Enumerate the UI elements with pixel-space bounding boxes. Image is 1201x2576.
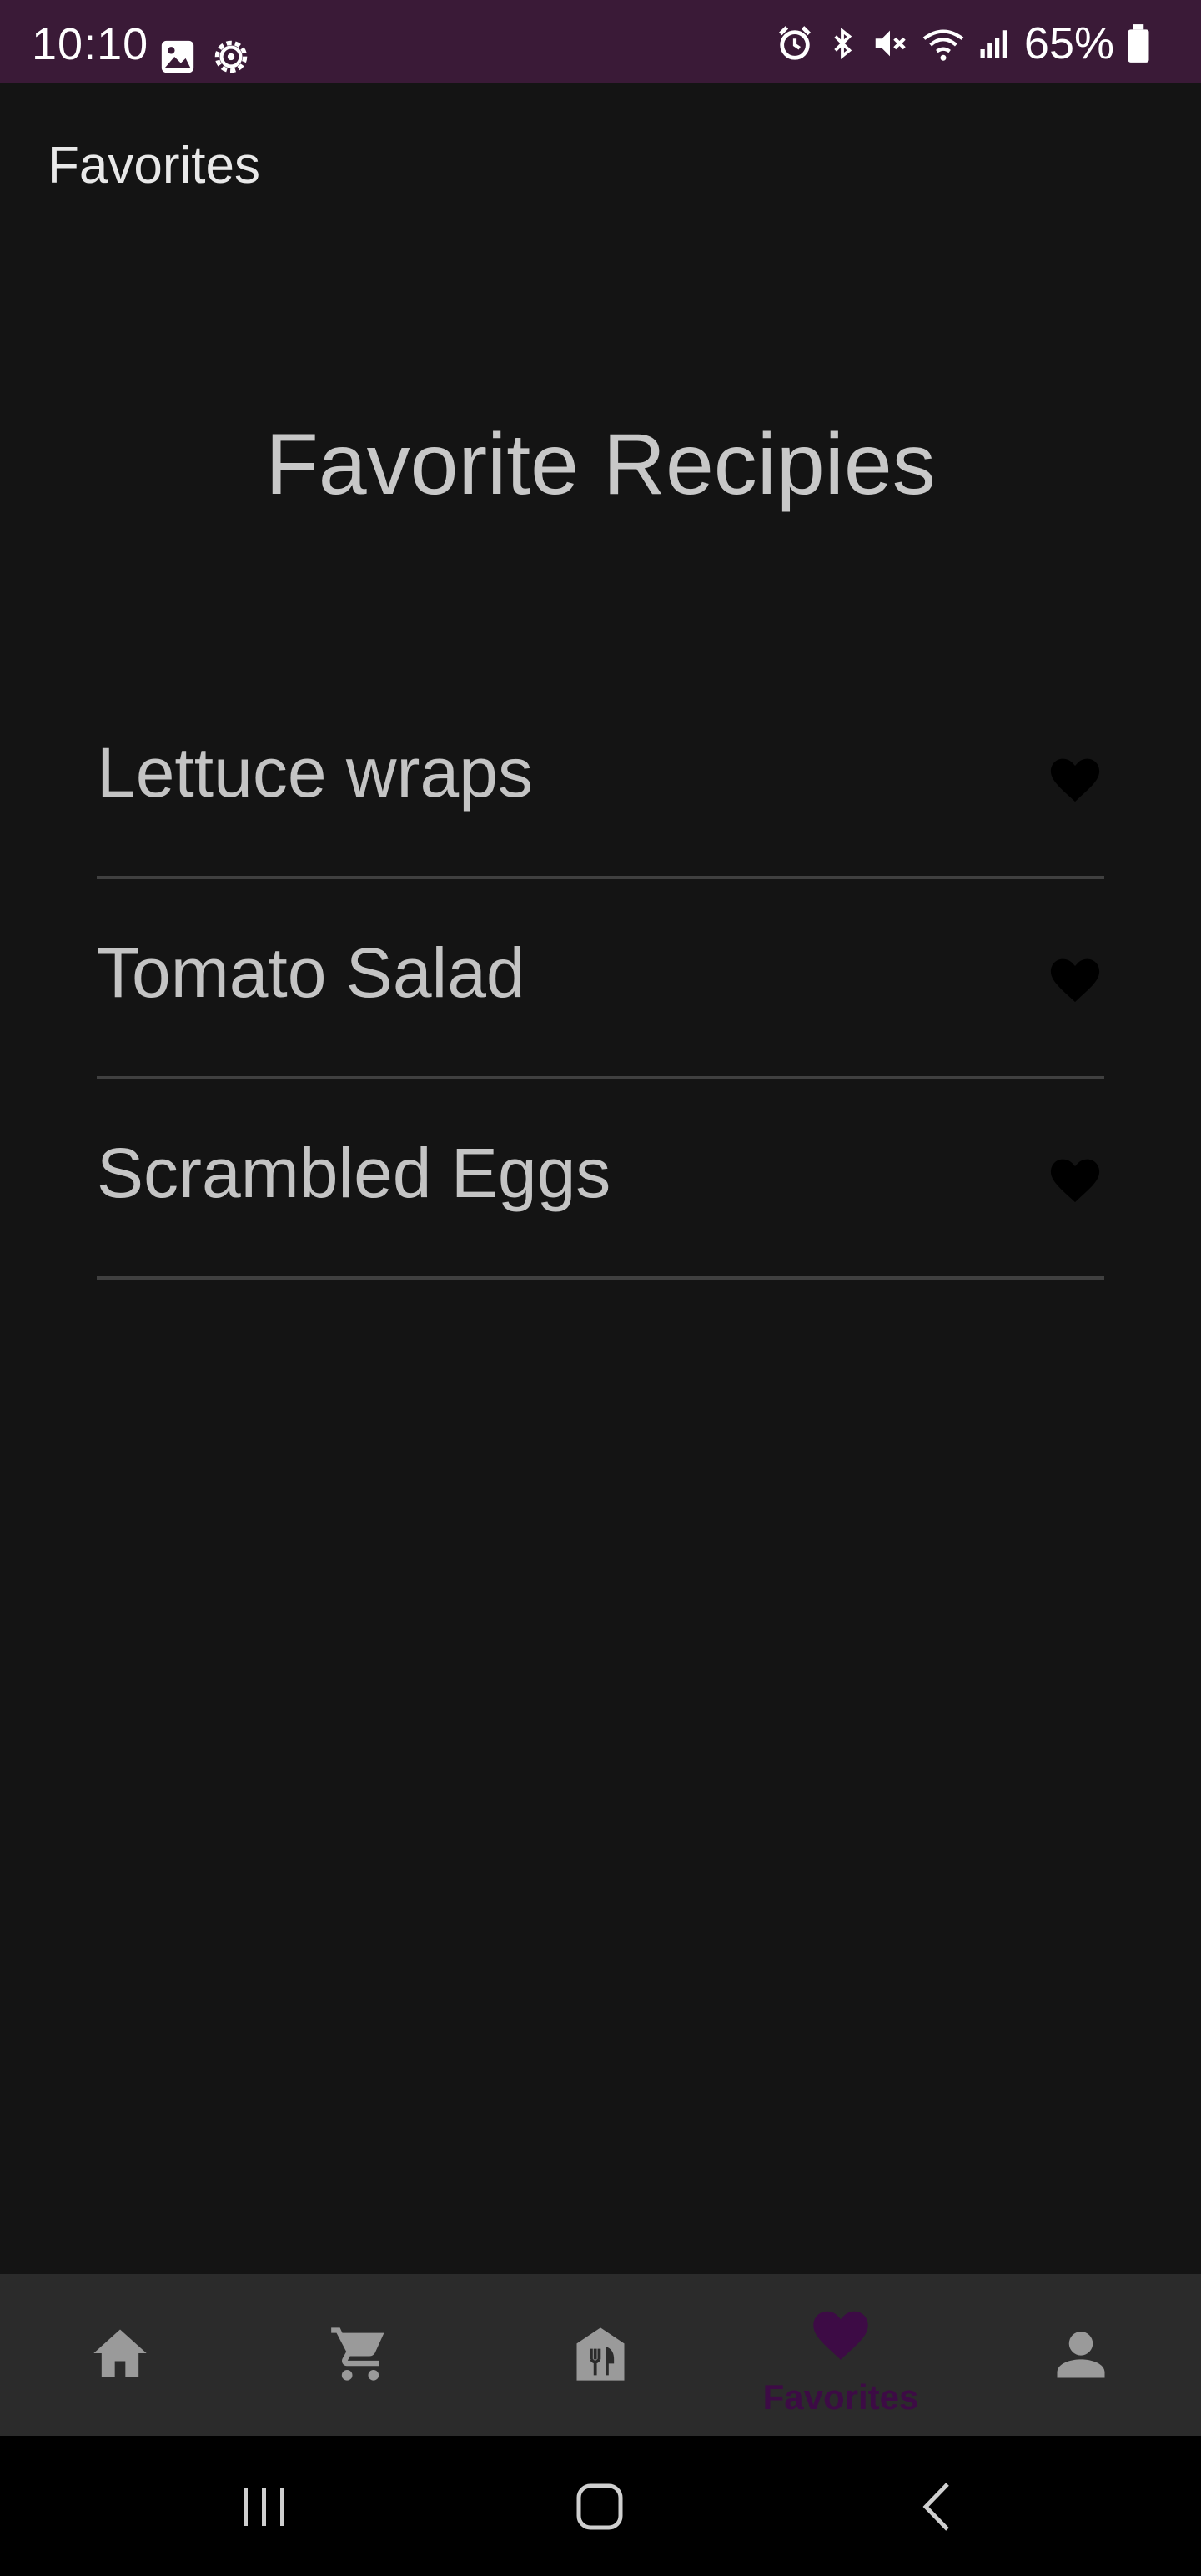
list-item[interactable]: Lettuce wraps xyxy=(97,679,1104,879)
home-icon xyxy=(93,2329,147,2377)
heart-icon[interactable] xyxy=(1046,1151,1104,1205)
nav-restaurant[interactable] xyxy=(480,2274,721,2436)
bluetooth-icon xyxy=(834,28,852,59)
status-bar: 10:10 65% xyxy=(0,0,1201,83)
restaurant-icon xyxy=(576,2327,625,2381)
recipe-name: Lettuce wraps xyxy=(97,733,533,812)
nav-favorites-label: Favorites xyxy=(762,2377,919,2417)
recipe-name: Tomato Salad xyxy=(97,933,525,1012)
app-bar-title: Favorites xyxy=(48,137,260,194)
mute-icon xyxy=(875,30,906,57)
status-left-icons xyxy=(158,33,252,80)
status-right-icons: 65% xyxy=(776,18,1151,68)
recipe-name: Scrambled Eggs xyxy=(97,1134,611,1212)
person-icon xyxy=(1057,2332,1105,2378)
back-icon[interactable] xyxy=(899,2478,974,2536)
signal-icon xyxy=(980,30,1007,58)
image-icon xyxy=(161,40,194,73)
heart-icon[interactable] xyxy=(1046,751,1104,804)
bottom-nav: Favorites xyxy=(0,2274,1201,2436)
list-item[interactable]: Scrambled Eggs xyxy=(97,1079,1104,1280)
page-heading: Favorite Recipies xyxy=(265,416,936,513)
nav-home[interactable] xyxy=(0,2274,240,2436)
recents-icon[interactable] xyxy=(227,2478,302,2536)
nav-favorites[interactable]: Favorites xyxy=(721,2274,961,2436)
favorites-list: Lettuce wraps Tomato Salad Scrambled Egg… xyxy=(97,679,1104,1280)
heart-icon xyxy=(813,2311,868,2360)
nav-cart[interactable] xyxy=(240,2274,480,2436)
wifi-icon xyxy=(922,29,964,61)
system-nav-bar xyxy=(0,2436,1201,2576)
list-item[interactable]: Tomato Salad xyxy=(97,879,1104,1079)
status-time: 10:10 xyxy=(32,19,149,69)
alarm-icon xyxy=(778,26,811,60)
nav-profile[interactable] xyxy=(961,2274,1201,2436)
home-button-icon[interactable] xyxy=(562,2478,637,2536)
gear-icon xyxy=(214,40,248,73)
cart-icon xyxy=(331,2327,384,2381)
battery-percent: 65% xyxy=(1023,18,1114,68)
battery-icon xyxy=(1128,24,1149,63)
heart-icon[interactable] xyxy=(1046,951,1104,1004)
